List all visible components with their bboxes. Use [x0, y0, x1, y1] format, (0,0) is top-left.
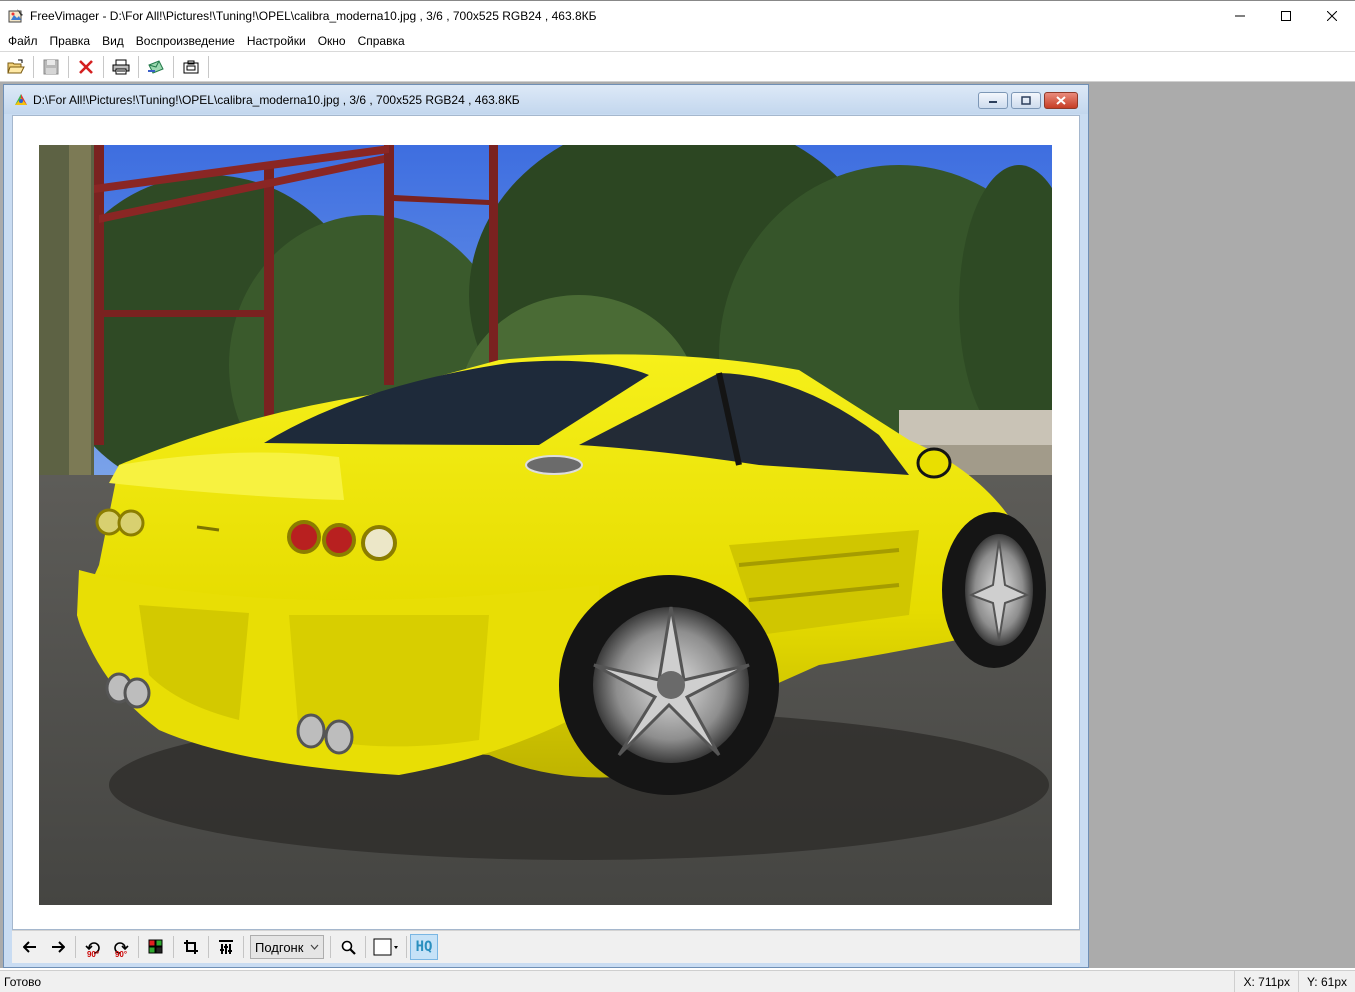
- rotate-right-button[interactable]: 90°: [107, 934, 135, 960]
- rotate-left-button[interactable]: 90°: [79, 934, 107, 960]
- open-icon: [7, 59, 25, 73]
- toolbar-separator: [138, 936, 139, 958]
- save-icon: [43, 59, 59, 74]
- menu-edit[interactable]: Правка: [44, 31, 97, 51]
- toolbar-separator: [138, 55, 139, 78]
- screenshot-button[interactable]: [178, 55, 204, 79]
- toolbar-separator: [75, 936, 76, 958]
- toolbar-separator: [406, 936, 407, 958]
- yellow-opel-calibra-photo[interactable]: [39, 145, 1052, 905]
- toolbar-separator: [365, 936, 366, 958]
- zoom-fit-dropdown[interactable]: Подгонк: [250, 935, 324, 959]
- arrow-right-icon: [52, 941, 65, 953]
- close-button[interactable]: [1309, 1, 1355, 31]
- menu-bar: Файл Правка Вид Воспроизведение Настройк…: [0, 31, 1355, 51]
- minimize-icon: [989, 100, 997, 103]
- freevimager-app-icon: [8, 9, 23, 23]
- high-quality-toggle[interactable]: HQ: [410, 934, 438, 960]
- menu-file[interactable]: Файл: [2, 31, 44, 51]
- status-bar: Готово X: 711px Y: 61px: [0, 970, 1355, 992]
- delete-icon: [79, 59, 93, 74]
- next-image-button[interactable]: [44, 934, 72, 960]
- child-window-controls: [978, 92, 1078, 109]
- levels-sliders-icon: [219, 940, 233, 954]
- zoom-tool-button[interactable]: [334, 934, 362, 960]
- arrow-left-icon: [23, 941, 36, 953]
- toolbar-separator: [103, 55, 104, 78]
- image-document-icon: [15, 93, 27, 105]
- maximize-button[interactable]: [1263, 1, 1309, 31]
- child-close-button[interactable]: [1044, 92, 1078, 109]
- toolbar-separator: [208, 936, 209, 958]
- main-title-bar: FreeVimager - D:\For All!\Pictures!\Tuni…: [0, 0, 1355, 31]
- toolbar-separator: [243, 936, 244, 958]
- background-color-icon: [373, 938, 398, 956]
- email-icon: [148, 59, 164, 74]
- print-icon: [112, 59, 130, 74]
- open-button[interactable]: [3, 55, 29, 79]
- color-adjust-button[interactable]: [142, 934, 170, 960]
- close-icon: [1327, 11, 1337, 21]
- image-viewer-canvas[interactable]: [12, 115, 1080, 930]
- minimize-button[interactable]: [1217, 1, 1263, 31]
- crop-icon: [184, 940, 198, 954]
- cursor-x-readout: X: 711px: [1234, 971, 1297, 992]
- child-minimize-button[interactable]: [978, 92, 1008, 109]
- levels-button[interactable]: [212, 934, 240, 960]
- rotate-left-label: 90°: [86, 950, 100, 959]
- toolbar-separator: [330, 936, 331, 958]
- screenshot-icon: [183, 60, 199, 73]
- save-button[interactable]: [38, 55, 64, 79]
- mdi-client-area: D:\For All!\Pictures!\Tuning!\OPEL\calib…: [0, 82, 1355, 968]
- minimize-icon: [1235, 15, 1245, 17]
- background-color-button[interactable]: [369, 934, 403, 960]
- child-restore-button[interactable]: [1011, 92, 1041, 109]
- cursor-y-readout: Y: 61px: [1297, 971, 1355, 992]
- email-button[interactable]: [143, 55, 169, 79]
- toolbar-separator: [33, 55, 34, 78]
- menu-help[interactable]: Справка: [352, 31, 411, 51]
- toolbar-separator: [173, 55, 174, 78]
- menu-window[interactable]: Окно: [312, 31, 352, 51]
- child-title-bar[interactable]: D:\For All!\Pictures!\Tuning!\OPEL\calib…: [4, 85, 1088, 114]
- main-toolbar: [0, 51, 1355, 82]
- toolbar-separator: [68, 55, 69, 78]
- print-button[interactable]: [108, 55, 134, 79]
- chevron-down-icon: [310, 944, 319, 950]
- previous-image-button[interactable]: [16, 934, 44, 960]
- toolbar-separator: [173, 936, 174, 958]
- delete-button[interactable]: [73, 55, 99, 79]
- restore-icon: [1021, 96, 1031, 105]
- menu-view[interactable]: Вид: [96, 31, 130, 51]
- close-icon: [1056, 96, 1066, 105]
- viewer-toolbar: 90° 90° Подгонк HQ: [12, 930, 1080, 963]
- image-child-window: D:\For All!\Pictures!\Tuning!\OPEL\calib…: [3, 84, 1089, 968]
- window-controls: [1217, 1, 1355, 31]
- toolbar-separator: [208, 55, 209, 78]
- crop-button[interactable]: [177, 934, 205, 960]
- child-window-title: D:\For All!\Pictures!\Tuning!\OPEL\calib…: [33, 92, 520, 107]
- maximize-icon: [1281, 11, 1291, 21]
- menu-playback[interactable]: Воспроизведение: [130, 31, 241, 51]
- status-text: Готово: [4, 974, 42, 989]
- zoom-fit-value: Подгонк: [255, 939, 304, 955]
- window-title: FreeVimager - D:\For All!\Pictures!\Tuni…: [30, 9, 597, 23]
- rotate-right-label: 90°: [114, 950, 128, 959]
- menu-settings[interactable]: Настройки: [241, 31, 312, 51]
- magnifier-icon: [341, 940, 356, 955]
- color-squares-icon: [148, 939, 163, 954]
